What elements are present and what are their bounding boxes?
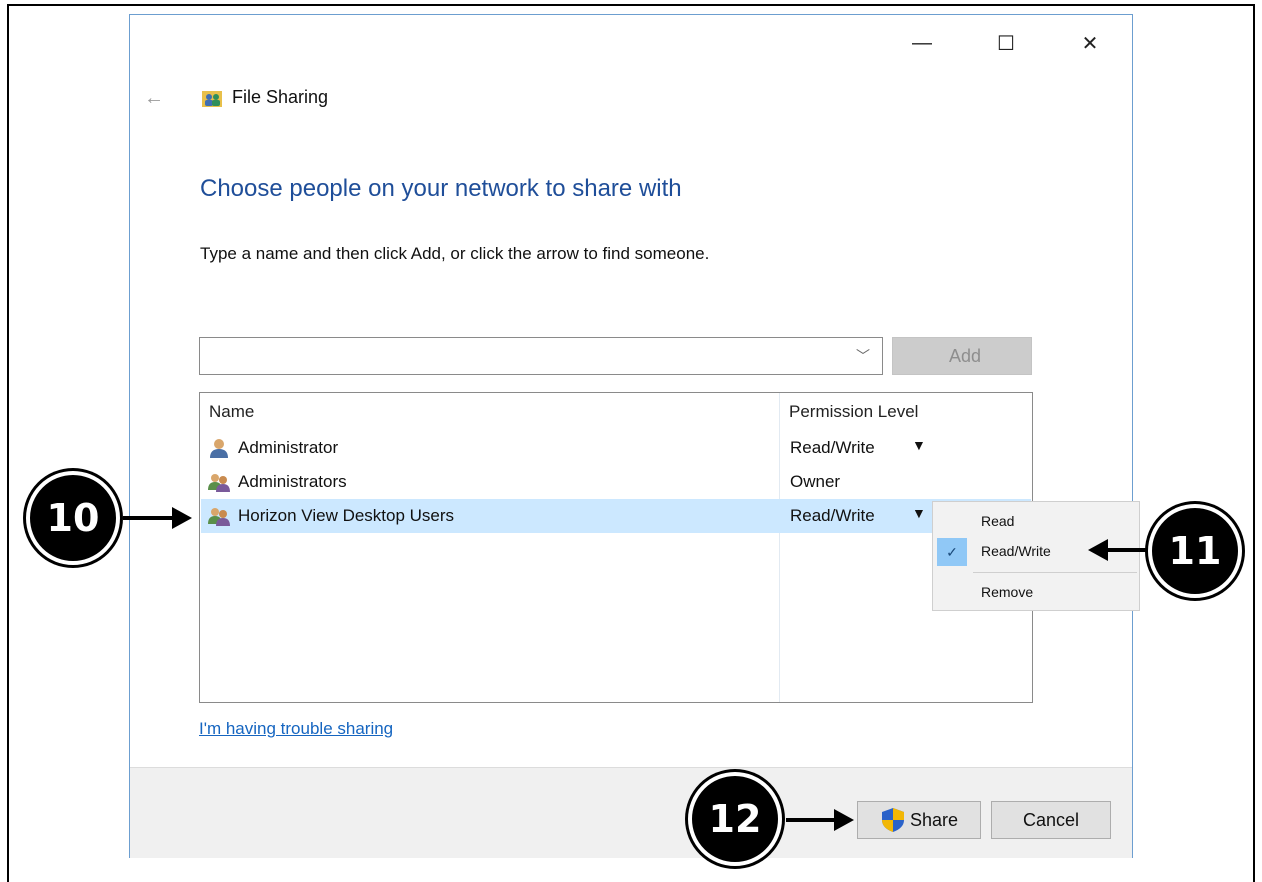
caret-down-icon[interactable]: ▼ [912,505,926,521]
maximize-button[interactable]: ☐ [991,29,1021,57]
user-group-icon [208,474,230,492]
close-icon: ✕ [1081,32,1099,55]
permission-context-menu: Read ✓ Read/Write Remove [932,501,1140,611]
name-combobox[interactable]: ﹀ [199,337,883,375]
user-group-icon [208,508,230,526]
callout-arrow [123,516,175,520]
menu-item-label: Read [981,513,1015,529]
callout-arrow [1106,548,1148,552]
file-sharing-window: — ☐ ✕ ← File Sharing Choose people on yo… [129,14,1140,858]
window-title: File Sharing [232,87,329,107]
instruction-text: Type a name and then click Add, or click… [200,244,710,263]
row-permission[interactable]: Read/Write [790,506,875,526]
callout-step-11: 11 [1148,504,1242,598]
list-row-horizon-view-desktop-users[interactable]: Horizon View Desktop Users Read/Write ▼ [201,499,1031,533]
row-name: Administrator [238,438,339,457]
caret-down-icon[interactable]: ▼ [912,437,926,453]
back-arrow-icon[interactable]: ← [144,87,164,110]
file-sharing-icon [202,91,222,107]
arrow-head-right-icon [834,809,854,831]
page-heading: Choose people on your network to share w… [200,175,682,202]
checkmark-icon: ✓ [937,538,967,566]
share-button-label: Share [909,809,959,830]
add-button[interactable]: Add [892,337,1032,375]
callout-step-12: 12 [688,772,782,866]
row-permission: Owner [790,472,841,491]
share-list: Name Permission Level Administrator Read… [199,392,1033,703]
menu-separator [973,572,1137,573]
minimize-button[interactable]: — [907,29,937,57]
row-permission[interactable]: Read/Write [790,438,875,458]
single-user-icon [210,439,228,458]
menu-item-label: Read/Write [981,543,1051,559]
chevron-down-icon[interactable]: ﹀ [856,346,870,366]
arrow-head-left-icon [1088,539,1108,561]
maximize-icon: ☐ [997,32,1015,55]
callout-step-10: 10 [26,471,120,565]
menu-item-label: Remove [981,584,1034,600]
close-button[interactable]: ✕ [1075,29,1105,57]
callout-arrow [786,818,836,822]
name-column-header[interactable]: Name [209,402,254,422]
cancel-button[interactable]: Cancel [991,801,1111,839]
menu-item-read[interactable]: Read [933,506,1139,536]
list-row-administrator[interactable]: Administrator Read/Write ▼ [201,431,1031,465]
trouble-sharing-link[interactable]: I'm having trouble sharing [199,719,393,739]
footer-bar [130,767,1132,858]
row-name: Administrators [238,472,347,491]
arrow-head-right-icon [172,507,192,529]
list-row-administrators[interactable]: Administrators Owner [201,465,1031,499]
name-input[interactable] [206,338,830,374]
share-button[interactable]: Share [857,801,981,839]
permission-column-header[interactable]: Permission Level [789,402,918,422]
uac-shield-icon [881,808,904,832]
menu-item-remove[interactable]: Remove [933,577,1139,607]
minimize-icon: — [912,31,932,54]
row-name: Horizon View Desktop Users [238,506,455,525]
